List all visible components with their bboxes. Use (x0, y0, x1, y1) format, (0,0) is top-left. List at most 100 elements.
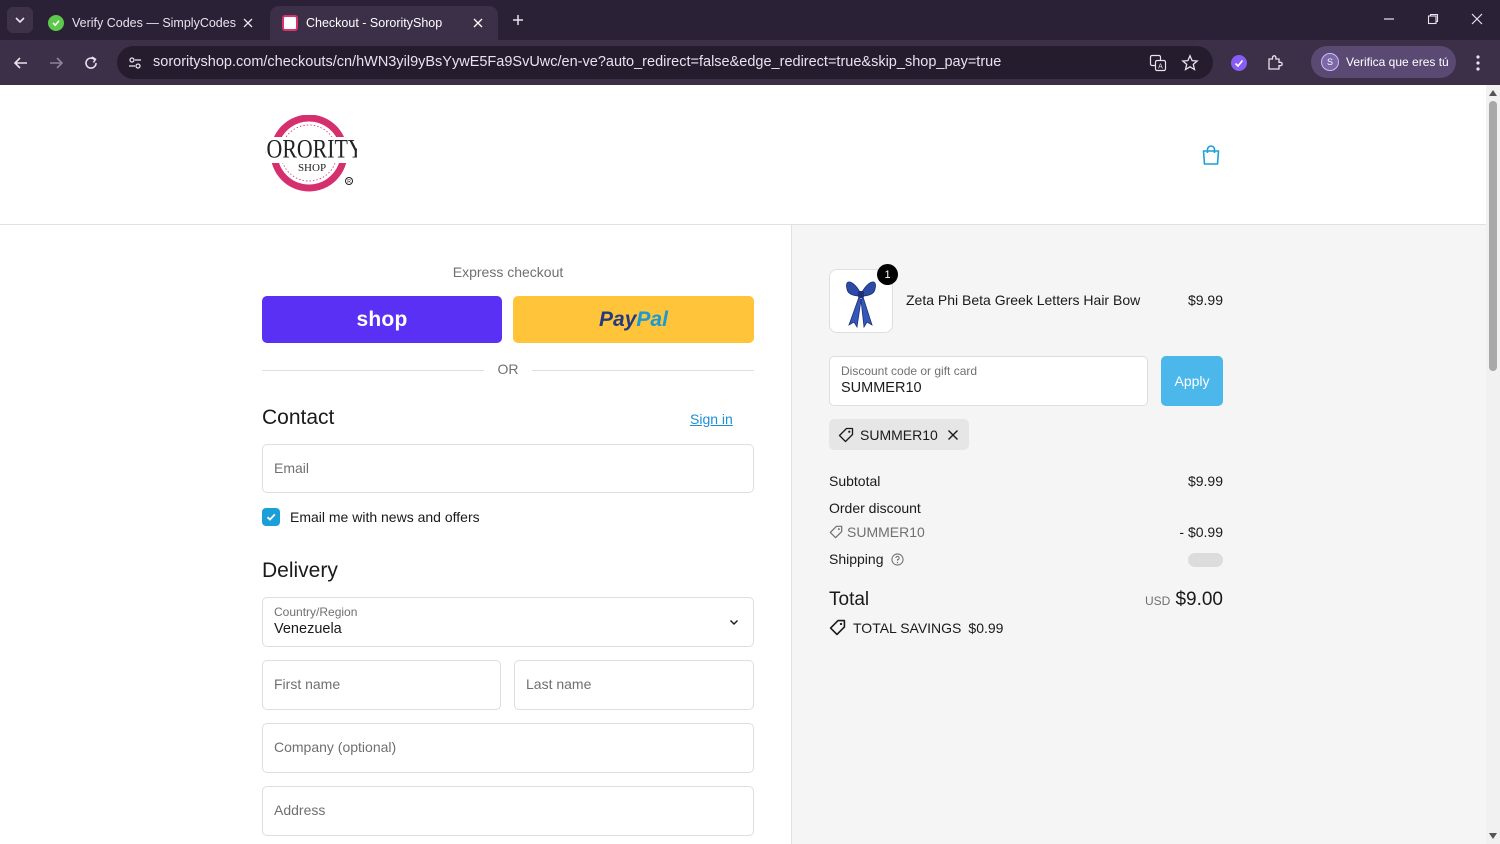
tag-icon (829, 525, 843, 539)
first-name-field[interactable]: First name (262, 660, 501, 710)
total-currency: USD (1145, 594, 1171, 608)
close-tab-icon[interactable] (240, 15, 256, 31)
simplycodes-favicon-icon (48, 15, 64, 31)
url-text: sororityshop.com/checkouts/cn/hWN3yil9yB… (153, 54, 1002, 70)
newsletter-checkbox[interactable] (262, 508, 280, 526)
last-name-placeholder: Last name (526, 676, 592, 692)
discount-code-value: SUMMER10 (841, 380, 922, 396)
or-label: OR (497, 361, 519, 377)
page-scrollbar[interactable] (1486, 85, 1500, 844)
plus-icon (513, 15, 523, 25)
restore-icon (1427, 13, 1439, 25)
total-savings-value: $0.99 (968, 619, 1004, 636)
bookmark-star-icon[interactable] (1179, 52, 1201, 74)
browser-menu-button[interactable] (1466, 51, 1490, 75)
order-discount-label: Order discount (829, 500, 921, 516)
total-label: Total (829, 589, 870, 610)
shipping-loading-placeholder (1188, 553, 1223, 567)
tag-icon (829, 619, 846, 636)
back-button[interactable] (9, 51, 33, 75)
subtotal-label: Subtotal (829, 473, 881, 489)
checkout-page: SORORITY SHOP R Express checkout shop Pa… (0, 85, 1486, 844)
svg-text:SHOP: SHOP (298, 162, 326, 174)
address-bar[interactable]: sororityshop.com/checkouts/cn/hWN3yil9yB… (117, 46, 1213, 79)
sorority-shop-logo[interactable]: SORORITY SHOP R (254, 114, 364, 193)
order-discount-value: - $0.99 (1179, 524, 1223, 540)
help-circle-icon[interactable] (891, 553, 904, 566)
total-savings-label: TOTAL SAVINGS (853, 619, 962, 636)
or-divider: OR (262, 361, 754, 379)
restore-button[interactable] (1419, 8, 1447, 30)
company-placeholder: Company (optional) (274, 739, 397, 755)
contact-heading: Contact (262, 406, 335, 429)
shop-pay-button[interactable]: shop (262, 296, 502, 343)
close-tab-icon[interactable] (470, 15, 486, 31)
svg-text:R: R (347, 179, 351, 185)
email-placeholder: Email (274, 460, 310, 476)
country-value: Venezuela (274, 621, 342, 637)
last-name-field[interactable]: Last name (514, 660, 754, 710)
sororityshop-favicon-icon (282, 15, 298, 31)
total-savings-row: TOTAL SAVINGS $0.99 (829, 619, 1003, 636)
sign-in-link[interactable]: Sign in (690, 411, 733, 427)
company-field[interactable]: Company (optional) (262, 723, 754, 773)
apply-label: Apply (1174, 373, 1210, 389)
reload-icon (85, 56, 97, 69)
scroll-up-arrow-icon[interactable] (1488, 88, 1498, 98)
profile-button[interactable]: S Verifica que eres tú (1311, 46, 1456, 78)
extensions-puzzle-icon[interactable] (1263, 51, 1287, 75)
country-select[interactable]: Country/Region Venezuela (262, 597, 754, 647)
translate-icon[interactable]: A (1147, 52, 1169, 74)
newsletter-label: Email me with news and offers (290, 509, 480, 525)
reload-button[interactable] (79, 51, 103, 75)
quantity-badge: 1 (877, 264, 898, 285)
total-value: $9.00 (1175, 589, 1223, 610)
scroll-down-arrow-icon[interactable] (1488, 831, 1498, 841)
chevron-down-icon (15, 17, 25, 24)
address-field[interactable]: Address (262, 786, 754, 836)
avatar: S (1321, 53, 1339, 71)
cart-button[interactable] (1199, 143, 1223, 167)
profile-label: Verifica que eres tú (1346, 55, 1449, 69)
paypal-label-part1: Pay (599, 307, 637, 331)
site-info-icon[interactable] (123, 51, 147, 75)
shipping-row: Shipping (829, 551, 1223, 567)
shop-header: SORORITY SHOP R (0, 85, 1486, 225)
discount-code-field[interactable]: Discount code or gift card SUMMER10 (829, 356, 1148, 406)
close-window-button[interactable] (1463, 8, 1491, 30)
express-checkout-title: Express checkout (452, 264, 564, 280)
shop-pay-label: shop (356, 307, 408, 331)
discount-code-label: Discount code or gift card (841, 364, 978, 378)
scrollbar-thumb[interactable] (1489, 101, 1497, 371)
svg-text:SORORITY: SORORITY (265, 135, 357, 164)
forward-button[interactable] (44, 51, 68, 75)
email-field[interactable]: Email (262, 444, 754, 493)
applied-discount-code: SUMMER10 (860, 426, 938, 443)
chevron-down-icon (730, 620, 738, 625)
tab-checkout[interactable]: Checkout - SororityShop (270, 6, 498, 40)
minimize-button[interactable] (1375, 8, 1403, 30)
tab-simplycodes[interactable]: Verify Codes — SimplyCodes (36, 6, 268, 40)
subtotal-value: $9.99 (1187, 473, 1223, 489)
order-discount-code-row: SUMMER10 - $0.99 (829, 524, 1223, 540)
more-vertical-icon (1476, 55, 1480, 71)
browser-toolbar: sororityshop.com/checkouts/cn/hWN3yil9yB… (0, 40, 1500, 85)
tab-title: Checkout - SororityShop (306, 16, 443, 30)
simplycodes-extension-icon[interactable] (1227, 51, 1251, 75)
apply-discount-button[interactable]: Apply (1161, 356, 1223, 406)
paypal-button[interactable]: Pay Pal (513, 296, 754, 343)
subtotal-row: Subtotal $9.99 (829, 473, 1223, 489)
product-name: Zeta Phi Beta Greek Letters Hair Bow (906, 292, 1141, 308)
first-name-placeholder: First name (274, 676, 341, 692)
remove-discount-icon[interactable] (946, 428, 960, 442)
svg-text:A: A (1158, 64, 1163, 71)
divider-line (532, 370, 754, 371)
checkmark-icon (266, 513, 276, 521)
tab-search-button[interactable] (7, 7, 33, 33)
product-price: $9.99 (1187, 292, 1223, 308)
paypal-label-part2: Pal (636, 307, 668, 331)
minimize-icon (1384, 18, 1394, 20)
new-tab-button[interactable] (506, 9, 530, 31)
tab-title: Verify Codes — SimplyCodes (72, 16, 236, 30)
applied-discount-chip: SUMMER10 (829, 419, 969, 450)
